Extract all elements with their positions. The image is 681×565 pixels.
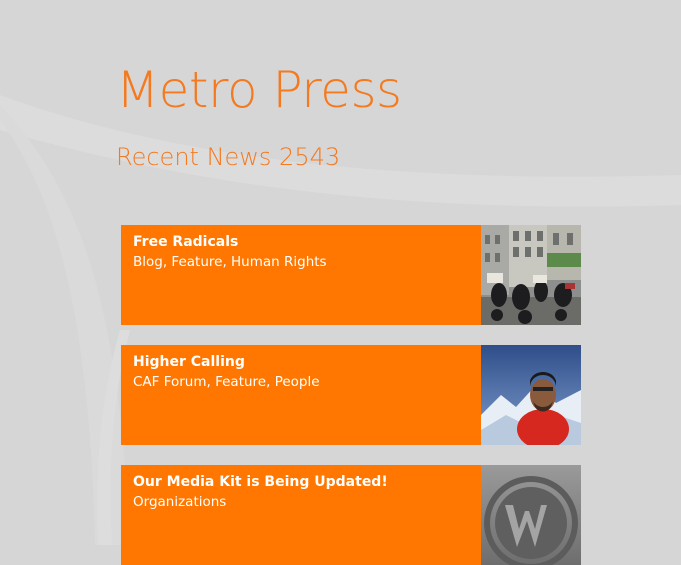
wordpress-logo-icon [481,465,581,565]
tile-categories: Blog, Feature, Human Rights [133,254,327,270]
news-tile-media-kit[interactable]: Our Media Kit is Being Updated! Organiza… [121,465,581,565]
page-subtitle: Recent News 2543 [116,143,341,171]
news-tile-higher-calling[interactable]: Higher Calling CAF Forum, Feature, Peopl… [121,345,581,445]
tile-categories: CAF Forum, Feature, People [133,374,320,390]
tile-title: Higher Calling [133,354,245,370]
tile-title: Free Radicals [133,234,239,250]
tile-categories: Organizations [133,494,227,510]
protest-photo [481,225,581,325]
tile-title: Our Media Kit is Being Updated! [133,474,388,490]
news-tile-free-radicals[interactable]: Free Radicals Blog, Feature, Human Right… [121,225,581,325]
magazine-cover-photo [481,345,581,445]
app-title: Metro Press [116,61,402,119]
